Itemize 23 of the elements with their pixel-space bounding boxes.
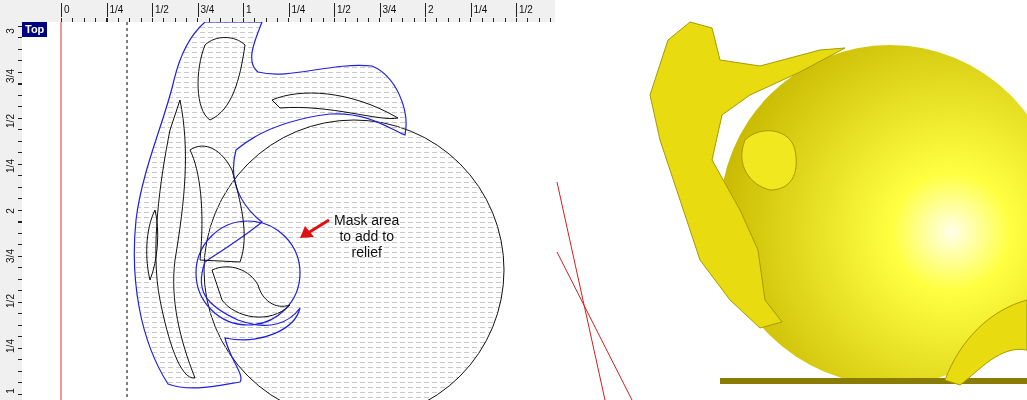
ruler-label: 2 [425, 3, 434, 17]
annotation-text: Mask area to add to relief [334, 212, 400, 260]
ruler-label: 1/2 [6, 294, 16, 308]
ruler-label: 3/4 [6, 69, 16, 83]
ruler-label: 3/4 [197, 3, 215, 17]
ruler-label: 1/4 [6, 339, 16, 353]
ruler-label: 3 [6, 28, 16, 34]
ruler-label: 2 [6, 208, 16, 214]
view-label: Top [22, 22, 48, 37]
ruler-label: 1/2 [516, 3, 533, 17]
ruler-label: 3/4 [6, 249, 16, 263]
ruler-label: 1/2 [334, 3, 351, 17]
ruler-label: 1/4 [470, 3, 488, 17]
ruler-label: 1/2 [6, 114, 16, 128]
pointer-arrow [300, 218, 330, 238]
ruler-label: 1 [243, 3, 252, 17]
ruler-label: 1/4 [288, 3, 306, 17]
ruler-label: 1/4 [106, 3, 124, 17]
ruler-label: 1 [6, 388, 16, 394]
ruler-label: 1/4 [6, 159, 16, 173]
ruler-label: 1/2 [152, 3, 169, 17]
ruler-label: 0 [61, 3, 70, 17]
ruler-label: 3/4 [379, 3, 397, 17]
